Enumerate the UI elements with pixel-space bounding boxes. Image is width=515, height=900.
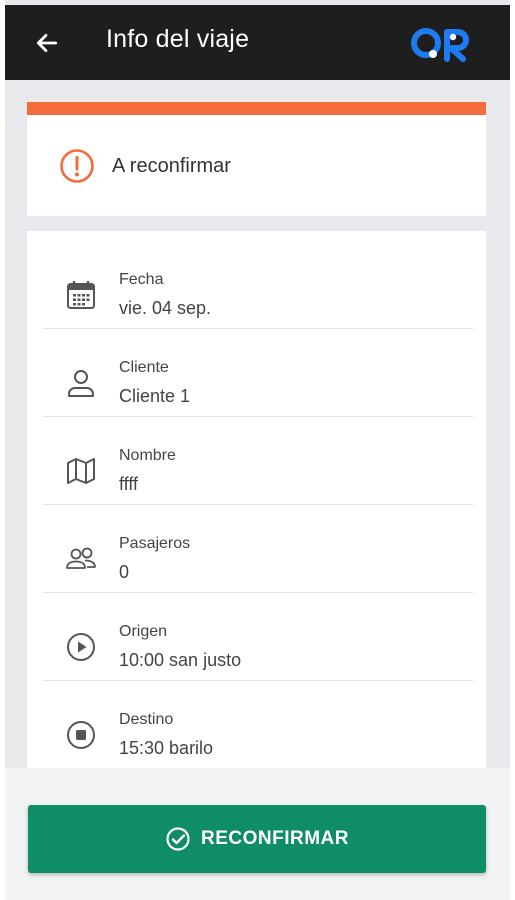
detail-value: vie. 04 sep. [119, 298, 212, 318]
detail-value: Cliente 1 [119, 386, 191, 406]
map-icon [67, 458, 95, 484]
reconfirm-button[interactable]: RECONFIRMAR [28, 805, 486, 873]
detail-row-fecha: Fecha vie. 04 sep. [43, 241, 473, 329]
detail-row-pasajeros: Pasajeros 0 [43, 505, 473, 593]
arrow-left-icon [36, 34, 58, 52]
trip-details-card: Fecha vie. 04 sep. Cliente Cliente 1 Nom… [27, 231, 486, 776]
user-icon [68, 370, 94, 397]
detail-label: Cliente [119, 359, 169, 376]
detail-value: ffff [119, 474, 139, 494]
calendar-icon [67, 281, 95, 309]
detail-label: Destino [119, 711, 174, 728]
detail-label: Fecha [119, 271, 164, 288]
detail-row-origen: Origen 10:00 san justo [43, 593, 473, 681]
check-circle-icon [166, 827, 190, 851]
status-text: A reconfirmar [112, 155, 231, 177]
detail-value: 15:30 barilo [119, 738, 214, 758]
detail-value: 10:00 san justo [119, 650, 242, 670]
status-accent-bar [27, 102, 486, 115]
page-title: Info del viaje [106, 25, 250, 53]
back-button[interactable] [31, 27, 63, 59]
play-circle-icon [67, 633, 95, 661]
users-icon [66, 547, 96, 569]
detail-label: Origen [119, 623, 168, 640]
app-bar: Info del viaje [5, 5, 510, 80]
detail-value: 0 [119, 562, 130, 582]
detail-row-destino: Destino 15:30 barilo [43, 681, 473, 769]
detail-row-nombre: Nombre ffff [43, 417, 473, 505]
detail-row-cliente: Cliente Cliente 1 [43, 329, 473, 417]
reconfirm-button-label: RECONFIRMAR [201, 828, 349, 849]
detail-label: Nombre [119, 447, 176, 464]
logo-icon [411, 28, 469, 62]
detail-label: Pasajeros [119, 535, 191, 552]
stop-circle-icon [67, 721, 95, 749]
status-card: A reconfirmar [27, 102, 486, 216]
alert-circle-icon [60, 149, 94, 183]
